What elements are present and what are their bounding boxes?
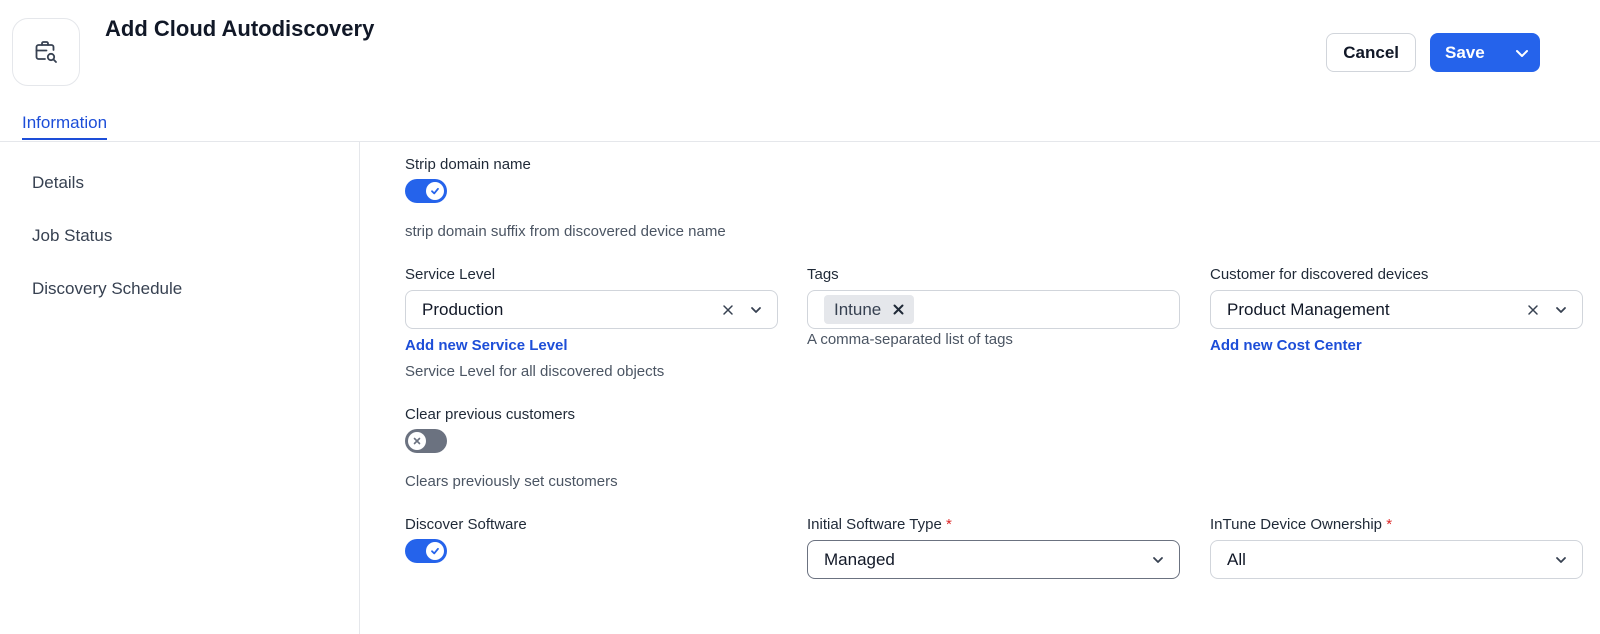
customer-label: Customer for discovered devices — [1210, 266, 1429, 283]
save-options-button[interactable] — [1504, 33, 1540, 72]
close-icon — [723, 304, 733, 315]
software-type-label-text: Initial Software Type — [807, 516, 942, 533]
service-level-label: Service Level — [405, 266, 496, 283]
form-area: Strip domain name strip domain suffix fr… — [405, 141, 1600, 634]
app-icon — [12, 18, 80, 86]
add-cost-center-link[interactable]: Add new Cost Center — [1210, 337, 1362, 354]
software-type-value: Managed — [824, 549, 895, 569]
add-service-level-link[interactable]: Add new Service Level — [405, 337, 568, 354]
close-icon — [413, 437, 421, 445]
customer-dropdown-button[interactable] — [1548, 303, 1574, 317]
toggle-knob — [426, 182, 444, 200]
clear-customer-button[interactable] — [1524, 304, 1542, 316]
tags-hint: A comma-separated list of tags — [807, 331, 1013, 348]
software-type-select[interactable]: Managed — [807, 540, 1180, 579]
close-icon — [1528, 304, 1538, 315]
chevron-down-icon — [1516, 49, 1528, 57]
save-button[interactable]: Save — [1430, 33, 1540, 72]
chevron-down-icon — [751, 306, 761, 313]
required-marker: * — [945, 516, 952, 533]
ownership-dropdown-button[interactable] — [1548, 553, 1574, 567]
chevron-down-icon — [1556, 306, 1566, 313]
customer-select[interactable]: Product Management — [1210, 290, 1583, 329]
cancel-button[interactable]: Cancel — [1326, 33, 1416, 72]
discover-software-toggle[interactable] — [405, 539, 447, 563]
discover-software-label: Discover Software — [405, 516, 527, 533]
sidebar-item-job-status[interactable]: Job Status — [32, 226, 112, 246]
remove-tag-button[interactable] — [893, 304, 904, 315]
header-actions: Cancel Save — [1326, 33, 1540, 72]
clear-customers-hint: Clears previously set customers — [405, 473, 618, 490]
tab-information[interactable]: Information — [22, 113, 108, 140]
check-icon — [431, 187, 439, 195]
ownership-value: All — [1227, 549, 1246, 569]
sidebar-item-details[interactable]: Details — [32, 173, 84, 193]
ownership-label: InTune Device Ownership * — [1210, 516, 1392, 533]
service-level-dropdown-button[interactable] — [743, 303, 769, 317]
tag-chip-label: Intune — [834, 299, 882, 319]
toggle-knob — [408, 432, 426, 450]
page-title: Add Cloud Autodiscovery — [105, 16, 375, 41]
service-level-hint: Service Level for all discovered objects — [405, 363, 665, 380]
check-icon — [431, 547, 439, 555]
software-type-dropdown-button[interactable] — [1145, 553, 1171, 567]
chevron-down-icon — [1153, 556, 1163, 563]
required-marker: * — [1386, 516, 1393, 533]
strip-domain-toggle[interactable] — [405, 179, 447, 203]
clear-service-level-button[interactable] — [719, 304, 737, 316]
clear-customers-toggle[interactable] — [405, 429, 447, 453]
toggle-knob — [426, 542, 444, 560]
service-level-value: Production — [422, 299, 504, 319]
tags-input[interactable]: Intune — [807, 290, 1180, 329]
tab-bar: Information — [0, 108, 1600, 142]
ownership-select[interactable]: All — [1210, 540, 1583, 579]
sidebar-item-discovery-schedule[interactable]: Discovery Schedule — [32, 279, 182, 299]
sidebar: Details Job Status Discovery Schedule — [0, 141, 360, 634]
service-level-select[interactable]: Production — [405, 290, 778, 329]
customer-value: Product Management — [1227, 299, 1390, 319]
briefcase-search-icon — [35, 41, 57, 63]
save-button-label: Save — [1445, 42, 1485, 62]
strip-domain-label: Strip domain name — [405, 156, 531, 173]
clear-customers-label: Clear previous customers — [405, 406, 576, 423]
chevron-down-icon — [1556, 556, 1566, 563]
close-icon — [893, 304, 904, 315]
tag-chip: Intune — [824, 295, 915, 324]
strip-domain-hint: strip domain suffix from discovered devi… — [405, 223, 726, 240]
tags-label: Tags — [807, 266, 839, 283]
ownership-label-text: InTune Device Ownership — [1210, 516, 1383, 533]
software-type-label: Initial Software Type * — [807, 516, 952, 533]
